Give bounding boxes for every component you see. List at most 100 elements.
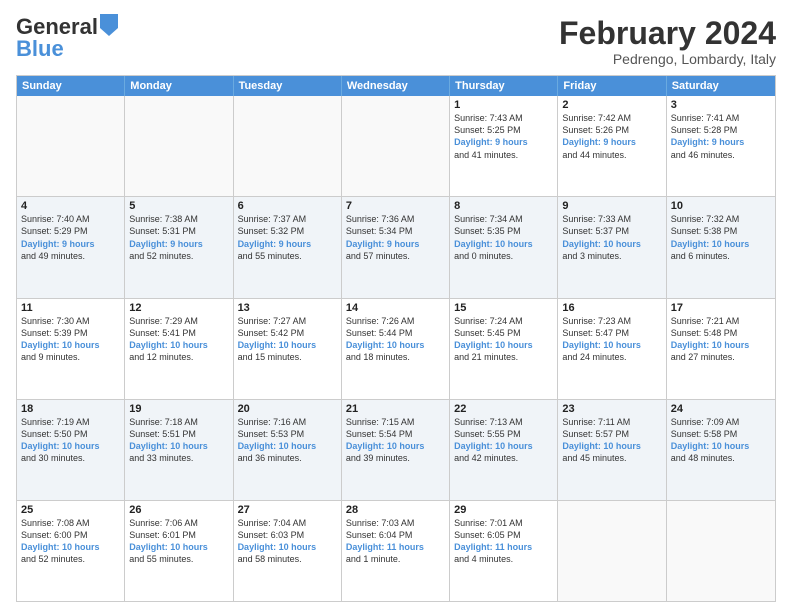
- col-header-tuesday: Tuesday: [234, 76, 342, 96]
- cal-cell: 3Sunrise: 7:41 AMSunset: 5:28 PMDaylight…: [667, 96, 775, 196]
- week-row-5: 25Sunrise: 7:08 AMSunset: 6:00 PMDayligh…: [17, 501, 775, 601]
- daylight-label: Daylight: 10 hours: [21, 541, 120, 553]
- sunrise-line: Sunrise: 7:18 AM: [129, 416, 228, 428]
- daylight-label: Daylight: 10 hours: [238, 541, 337, 553]
- daylight-label: Daylight: 10 hours: [454, 238, 553, 250]
- sunset-line: Sunset: 6:03 PM: [238, 529, 337, 541]
- extra-line: and 46 minutes.: [671, 149, 771, 161]
- cal-cell: 17Sunrise: 7:21 AMSunset: 5:48 PMDayligh…: [667, 299, 775, 399]
- cal-cell: 27Sunrise: 7:04 AMSunset: 6:03 PMDayligh…: [234, 501, 342, 601]
- extra-line: and 36 minutes.: [238, 452, 337, 464]
- cal-cell: [558, 501, 666, 601]
- sunset-line: Sunset: 6:00 PM: [21, 529, 120, 541]
- sunrise-line: Sunrise: 7:41 AM: [671, 112, 771, 124]
- extra-line: and 48 minutes.: [671, 452, 771, 464]
- extra-line: and 52 minutes.: [21, 553, 120, 565]
- daylight-label: Daylight: 10 hours: [129, 339, 228, 351]
- sunset-line: Sunset: 5:58 PM: [671, 428, 771, 440]
- daylight-label: Daylight: 11 hours: [454, 541, 553, 553]
- daylight-label: Daylight: 10 hours: [562, 339, 661, 351]
- sunrise-line: Sunrise: 7:19 AM: [21, 416, 120, 428]
- daylight-label: Daylight: 10 hours: [21, 440, 120, 452]
- sunset-line: Sunset: 5:25 PM: [454, 124, 553, 136]
- day-number: 13: [238, 302, 337, 314]
- sunset-line: Sunset: 5:28 PM: [671, 124, 771, 136]
- sunrise-line: Sunrise: 7:15 AM: [346, 416, 445, 428]
- sunrise-line: Sunrise: 7:16 AM: [238, 416, 337, 428]
- cal-cell: 2Sunrise: 7:42 AMSunset: 5:26 PMDaylight…: [558, 96, 666, 196]
- day-number: 22: [454, 403, 553, 415]
- extra-line: and 0 minutes.: [454, 250, 553, 262]
- daylight-label: Daylight: 10 hours: [129, 440, 228, 452]
- extra-line: and 4 minutes.: [454, 553, 553, 565]
- cal-cell: [667, 501, 775, 601]
- day-number: 1: [454, 99, 553, 111]
- sunrise-line: Sunrise: 7:43 AM: [454, 112, 553, 124]
- cal-cell: 1Sunrise: 7:43 AMSunset: 5:25 PMDaylight…: [450, 96, 558, 196]
- col-header-sunday: Sunday: [17, 76, 125, 96]
- daylight-label: Daylight: 9 hours: [562, 136, 661, 148]
- week-row-3: 11Sunrise: 7:30 AMSunset: 5:39 PMDayligh…: [17, 299, 775, 400]
- cal-cell: 13Sunrise: 7:27 AMSunset: 5:42 PMDayligh…: [234, 299, 342, 399]
- daylight-label: Daylight: 10 hours: [346, 339, 445, 351]
- sunrise-line: Sunrise: 7:11 AM: [562, 416, 661, 428]
- daylight-label: Daylight: 10 hours: [454, 339, 553, 351]
- sunrise-line: Sunrise: 7:29 AM: [129, 315, 228, 327]
- sunrise-line: Sunrise: 7:23 AM: [562, 315, 661, 327]
- cal-cell: 16Sunrise: 7:23 AMSunset: 5:47 PMDayligh…: [558, 299, 666, 399]
- day-number: 26: [129, 504, 228, 516]
- cal-cell: 10Sunrise: 7:32 AMSunset: 5:38 PMDayligh…: [667, 197, 775, 297]
- col-header-thursday: Thursday: [450, 76, 558, 96]
- sunset-line: Sunset: 5:42 PM: [238, 327, 337, 339]
- day-number: 25: [21, 504, 120, 516]
- sunset-line: Sunset: 5:32 PM: [238, 225, 337, 237]
- cal-cell: 5Sunrise: 7:38 AMSunset: 5:31 PMDaylight…: [125, 197, 233, 297]
- logo: General Blue: [16, 16, 118, 61]
- sunset-line: Sunset: 5:35 PM: [454, 225, 553, 237]
- extra-line: and 55 minutes.: [238, 250, 337, 262]
- col-header-saturday: Saturday: [667, 76, 775, 96]
- cal-cell: 14Sunrise: 7:26 AMSunset: 5:44 PMDayligh…: [342, 299, 450, 399]
- logo-text-general: General: [16, 16, 98, 38]
- daylight-label: Daylight: 10 hours: [562, 440, 661, 452]
- day-number: 17: [671, 302, 771, 314]
- sunrise-line: Sunrise: 7:38 AM: [129, 213, 228, 225]
- sunrise-line: Sunrise: 7:34 AM: [454, 213, 553, 225]
- extra-line: and 24 minutes.: [562, 351, 661, 363]
- extra-line: and 58 minutes.: [238, 553, 337, 565]
- extra-line: and 52 minutes.: [129, 250, 228, 262]
- header: General Blue February 2024 Pedrengo, Lom…: [16, 16, 776, 67]
- day-number: 27: [238, 504, 337, 516]
- extra-line: and 33 minutes.: [129, 452, 228, 464]
- extra-line: and 57 minutes.: [346, 250, 445, 262]
- extra-line: and 30 minutes.: [21, 452, 120, 464]
- sunset-line: Sunset: 5:39 PM: [21, 327, 120, 339]
- sunset-line: Sunset: 5:29 PM: [21, 225, 120, 237]
- sunrise-line: Sunrise: 7:06 AM: [129, 517, 228, 529]
- day-number: 6: [238, 200, 337, 212]
- sunrise-line: Sunrise: 7:08 AM: [21, 517, 120, 529]
- sunset-line: Sunset: 5:34 PM: [346, 225, 445, 237]
- daylight-label: Daylight: 10 hours: [671, 339, 771, 351]
- sunrise-line: Sunrise: 7:36 AM: [346, 213, 445, 225]
- sunrise-line: Sunrise: 7:21 AM: [671, 315, 771, 327]
- calendar-body: 1Sunrise: 7:43 AMSunset: 5:25 PM Daylight…: [17, 96, 775, 601]
- sunset-line: Sunset: 5:53 PM: [238, 428, 337, 440]
- week-row-1: 1Sunrise: 7:43 AMSunset: 5:25 PM Daylight…: [17, 96, 775, 197]
- sunset-line: Sunset: 5:26 PM: [562, 124, 661, 136]
- daylight-label: Daylight: 10 hours: [21, 339, 120, 351]
- cal-cell: 18Sunrise: 7:19 AMSunset: 5:50 PMDayligh…: [17, 400, 125, 500]
- extra-line: and 44 minutes.: [562, 149, 661, 161]
- day-number: 16: [562, 302, 661, 314]
- extra-line: and 21 minutes.: [454, 351, 553, 363]
- day-number: 18: [21, 403, 120, 415]
- cal-cell: 28Sunrise: 7:03 AMSunset: 6:04 PMDayligh…: [342, 501, 450, 601]
- day-number: 28: [346, 504, 445, 516]
- sunrise-line: Sunrise: 7:03 AM: [346, 517, 445, 529]
- cal-cell: [342, 96, 450, 196]
- cal-cell: 26Sunrise: 7:06 AMSunset: 6:01 PMDayligh…: [125, 501, 233, 601]
- cal-cell: 19Sunrise: 7:18 AMSunset: 5:51 PMDayligh…: [125, 400, 233, 500]
- sunset-line: Sunset: 6:04 PM: [346, 529, 445, 541]
- sunrise-line: Sunrise: 7:04 AM: [238, 517, 337, 529]
- location: Pedrengo, Lombardy, Italy: [559, 51, 776, 67]
